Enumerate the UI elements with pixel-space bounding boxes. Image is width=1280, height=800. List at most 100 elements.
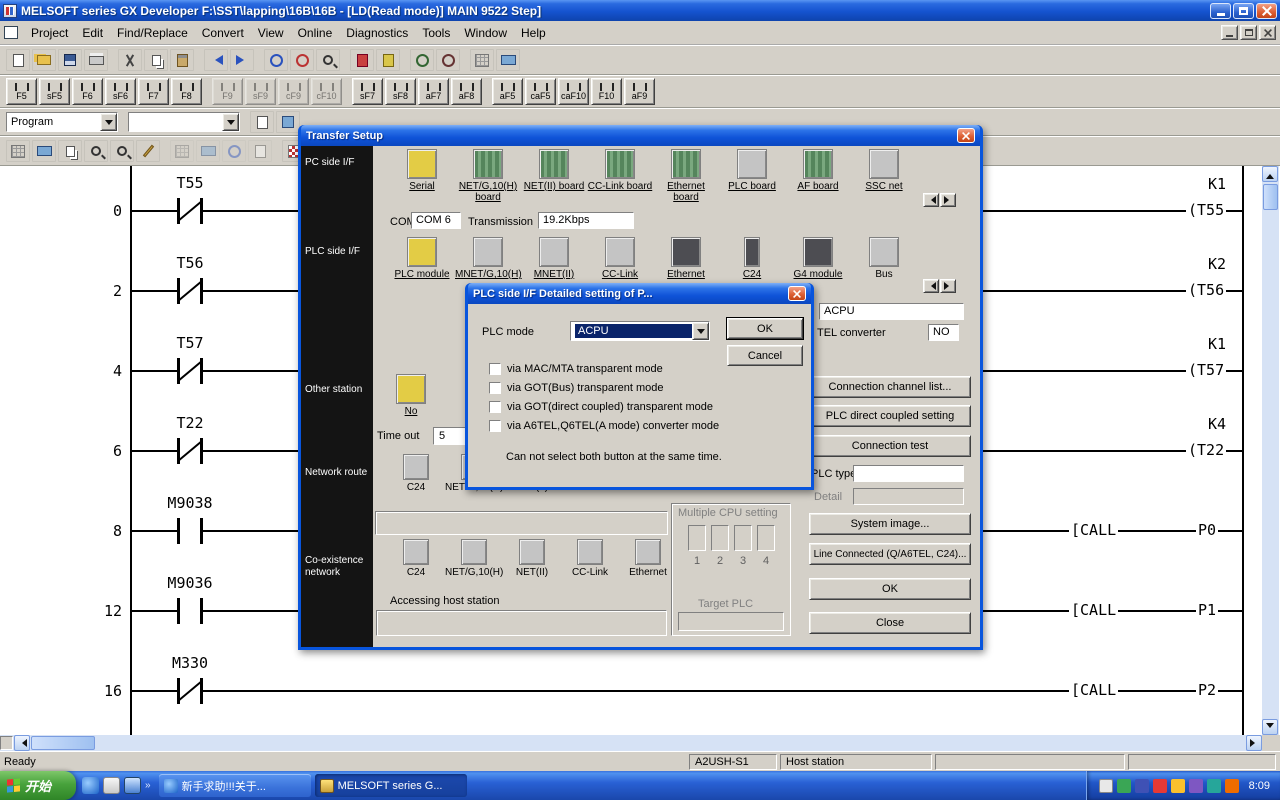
- nc-contact[interactable]: [177, 278, 203, 304]
- output-coil[interactable]: (T55: [1186, 201, 1226, 219]
- call-instruction[interactable]: [CALL: [1069, 521, 1118, 539]
- coex-net2[interactable]: NET(II): [503, 539, 561, 578]
- fkey-caf5[interactable]: caF5: [525, 78, 556, 105]
- menu-find-replace[interactable]: Find/Replace: [110, 23, 195, 43]
- paste-icon[interactable]: [170, 49, 194, 71]
- pc-if-serial[interactable]: Serial: [389, 149, 455, 192]
- fkey-sf7[interactable]: sF7: [352, 78, 383, 105]
- undo-icon[interactable]: [204, 49, 228, 71]
- program-select[interactable]: Program: [6, 112, 118, 132]
- got-bus-checkbox[interactable]: [489, 382, 501, 394]
- messenger-icon[interactable]: [1117, 779, 1131, 793]
- close-button[interactable]: [1256, 3, 1277, 19]
- nc-contact[interactable]: [177, 198, 203, 224]
- nc-contact[interactable]: [177, 358, 203, 384]
- plc-if-ethernet[interactable]: Ethernet: [653, 237, 719, 280]
- edit-pencil-icon[interactable]: [136, 140, 160, 162]
- plc-dialog-ok-button[interactable]: OK: [727, 318, 803, 339]
- plc-row-scroll-left-icon[interactable]: [923, 279, 939, 293]
- plc-if-c24[interactable]: C24: [719, 237, 785, 280]
- fkey-sf8[interactable]: sF8: [385, 78, 416, 105]
- plc-if-module[interactable]: PLC module: [389, 237, 455, 280]
- horizontal-scroll-thumb[interactable]: [31, 736, 95, 750]
- pc-row-scroll-left-icon[interactable]: [923, 193, 939, 207]
- plc-dialog-cancel-button[interactable]: Cancel: [727, 345, 803, 366]
- fkey-caf10[interactable]: caF10: [558, 78, 589, 105]
- update-icon[interactable]: [1171, 779, 1185, 793]
- pc-if-cclink-board[interactable]: CC-Link board: [587, 149, 653, 192]
- coex-netg[interactable]: NET/G,10(H): [445, 539, 503, 578]
- network-icon[interactable]: [496, 49, 520, 71]
- pc-if-net2-board[interactable]: NET(II) board: [521, 149, 587, 192]
- network-icon[interactable]: [1135, 779, 1149, 793]
- menu-online[interactable]: Online: [291, 23, 340, 43]
- other-station-no[interactable]: No: [391, 374, 431, 417]
- line-connected-button[interactable]: Line Connected (Q/A6TEL, C24)...: [809, 543, 971, 565]
- plc-mode-select-arrow[interactable]: [692, 322, 709, 340]
- fkey-f10[interactable]: F10: [591, 78, 622, 105]
- nc-contact[interactable]: [177, 678, 203, 704]
- find-icon[interactable]: [264, 49, 288, 71]
- coex-c24[interactable]: C24: [387, 539, 445, 578]
- call-instruction[interactable]: [CALL: [1069, 681, 1118, 699]
- transfer-close-button[interactable]: Close: [809, 612, 971, 634]
- no-contact[interactable]: [177, 598, 203, 624]
- got-direct-checkbox[interactable]: [489, 401, 501, 413]
- sampling-icon[interactable]: [196, 140, 220, 162]
- plc-dialog-close-icon[interactable]: [788, 286, 806, 301]
- scroll-right-button[interactable]: [1246, 735, 1262, 751]
- plc-direct-coupled-button[interactable]: PLC direct coupled setting: [809, 405, 971, 427]
- task-button-melsoft[interactable]: MELSOFT series G...: [315, 774, 467, 797]
- cpu-slot-3[interactable]: [734, 525, 752, 551]
- netroute-c24[interactable]: C24: [387, 454, 445, 493]
- fkey-sf6[interactable]: sF6: [105, 78, 136, 105]
- menu-tools[interactable]: Tools: [415, 23, 457, 43]
- zoom-icon[interactable]: [316, 49, 340, 71]
- comment-edit-icon[interactable]: [250, 111, 274, 133]
- cut-icon[interactable]: [118, 49, 142, 71]
- plc-if-mnet2[interactable]: MNET(II): [521, 237, 587, 280]
- call-instruction[interactable]: [CALL: [1069, 601, 1118, 619]
- document-icon[interactable]: [103, 777, 120, 794]
- device-select[interactable]: [128, 112, 240, 132]
- clock[interactable]: 8:09: [1249, 780, 1270, 792]
- system-image-button[interactable]: System image...: [809, 513, 971, 535]
- label-icon[interactable]: [32, 140, 56, 162]
- test-icon[interactable]: [248, 140, 272, 162]
- mdi-close-button[interactable]: [1259, 25, 1276, 40]
- pc-if-ssc-net[interactable]: SSC net: [851, 149, 917, 192]
- menu-convert[interactable]: Convert: [195, 23, 251, 43]
- plc-if-g4-module[interactable]: G4 module: [785, 237, 851, 280]
- pc-if-plc-board[interactable]: PLC board: [719, 149, 785, 192]
- open-icon[interactable]: [32, 49, 56, 71]
- menu-help[interactable]: Help: [514, 23, 553, 43]
- fkey-f5[interactable]: F5: [6, 78, 37, 105]
- mdi-child-icon[interactable]: [4, 26, 18, 39]
- cpu-slot-2[interactable]: [711, 525, 729, 551]
- monitor-start-icon[interactable]: [410, 49, 434, 71]
- scroll-up-button[interactable]: [1262, 166, 1278, 182]
- output-coil[interactable]: (T22: [1186, 441, 1226, 459]
- mdi-minimize-button[interactable]: [1221, 25, 1238, 40]
- fkey-cf10[interactable]: cF10: [311, 78, 342, 105]
- plc-dialog-titlebar[interactable]: PLC side I/F Detailed setting of P...: [468, 283, 811, 304]
- antivirus-icon[interactable]: [1153, 779, 1167, 793]
- menu-project[interactable]: Project: [24, 23, 75, 43]
- fkey-f9[interactable]: F9: [212, 78, 243, 105]
- cross-reference-icon[interactable]: [84, 140, 108, 162]
- fkey-sf9[interactable]: sF9: [245, 78, 276, 105]
- pc-if-ethernet-board[interactable]: Ethernet board: [653, 149, 719, 203]
- trace-icon[interactable]: [170, 140, 194, 162]
- start-button[interactable]: 开始: [0, 771, 76, 800]
- pc-row-scroll-right-icon[interactable]: [940, 193, 956, 207]
- plc-mode-select[interactable]: ACPU: [570, 321, 710, 341]
- maximize-button[interactable]: [1233, 3, 1254, 19]
- menu-window[interactable]: Window: [457, 23, 514, 43]
- transfer-close-icon[interactable]: [957, 128, 975, 143]
- plc-if-mnetg[interactable]: MNET/G,10(H): [455, 237, 521, 280]
- menu-diagnostics[interactable]: Diagnostics: [339, 23, 415, 43]
- scroll-down-button[interactable]: [1262, 719, 1278, 735]
- output-coil[interactable]: (T56: [1186, 281, 1226, 299]
- coex-ethernet[interactable]: Ethernet: [619, 539, 677, 578]
- ime-icon[interactable]: [1099, 779, 1113, 793]
